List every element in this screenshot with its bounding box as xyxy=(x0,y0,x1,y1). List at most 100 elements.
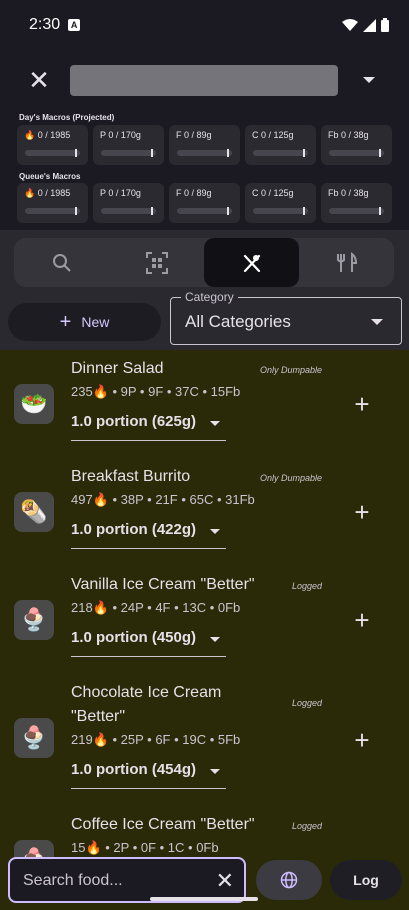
chip-text: C 0 / 125g xyxy=(252,188,294,198)
food-name: Vanilla Ice Cream "Better" xyxy=(71,576,255,593)
close-icon[interactable]: ✕ xyxy=(27,67,51,93)
day-macros-label: Day's Macros (Projected) xyxy=(19,113,115,122)
progress-bar xyxy=(25,149,80,157)
chip-text: F 0 / 89g xyxy=(176,188,212,198)
food-macros: 497🔥 • 38P • 21F • 65C • 31Fb xyxy=(71,492,255,507)
food-name: Coffee Ice Cream "Better" xyxy=(71,816,255,833)
food-tag: Logged xyxy=(291,821,322,831)
progress-bar xyxy=(25,207,80,215)
tab-meals[interactable] xyxy=(299,238,394,287)
chip-text: C 0 / 125g xyxy=(252,130,294,140)
chevron-down-icon xyxy=(210,529,220,534)
queue-macros-row: 🔥 0 / 1985 P 0 / 170g F 0 / 89g C 0 / 12… xyxy=(17,183,392,223)
fork-knife-icon xyxy=(336,251,357,272)
search-placeholder: Search food... xyxy=(23,872,123,889)
add-food-button[interactable]: + xyxy=(350,727,374,753)
portion-dropdown[interactable]: 1.0 portion (625g) xyxy=(71,413,226,441)
day-fiber-chip: Fb 0 / 38g xyxy=(321,125,392,165)
chevron-down-icon xyxy=(210,637,220,642)
ice-cream-icon: 🍨 xyxy=(14,600,54,640)
chip-text: P 0 / 170g xyxy=(100,188,141,198)
day-macros-row: 🔥 0 / 1985 P 0 / 170g F 0 / 89g C 0 / 12… xyxy=(17,125,392,165)
new-button-label: New xyxy=(81,314,110,330)
portion-label: 1.0 portion (422g) xyxy=(71,521,197,538)
progress-bar xyxy=(253,149,308,157)
food-tag: Only Dumpable xyxy=(259,473,322,483)
progress-bar xyxy=(253,207,308,215)
burrito-icon: 🌯 xyxy=(14,492,54,532)
clear-icon[interactable]: ✕ xyxy=(216,868,234,894)
bottom-bar: Search food... ✕ Log xyxy=(0,852,409,910)
chip-text: P 0 / 170g xyxy=(100,130,141,140)
queue-fat-chip: F 0 / 89g xyxy=(169,183,240,223)
log-button-label: Log xyxy=(353,872,379,888)
food-name: Breakfast Burrito xyxy=(71,468,191,485)
day-header: ✕ xyxy=(0,62,409,98)
portion-label: 1.0 portion (454g) xyxy=(71,761,197,778)
food-tag: Logged xyxy=(291,698,322,708)
day-dropdown-arrow-icon[interactable] xyxy=(363,77,375,83)
home-indicator xyxy=(150,897,258,901)
log-button[interactable]: Log xyxy=(330,860,402,900)
queue-protein-chip: P 0 / 170g xyxy=(93,183,164,223)
utensils-crossed-icon xyxy=(243,254,260,272)
queue-calories-chip: 🔥 0 / 1985 xyxy=(17,183,88,223)
salad-icon: 🥗 xyxy=(14,384,54,424)
progress-bar xyxy=(177,149,232,157)
day-selector[interactable] xyxy=(70,65,338,96)
day-calories-chip: 🔥 0 / 1985 xyxy=(17,125,88,165)
battery-icon xyxy=(381,18,389,32)
food-name: Chocolate Ice Cream "Better" xyxy=(71,684,222,725)
food-macros: 235🔥 • 9P • 9F • 37C • 15Fb xyxy=(71,384,241,399)
ice-cream-icon: 🍨 xyxy=(14,718,54,758)
progress-bar xyxy=(329,207,384,215)
food-tag: Only Dumpable xyxy=(259,365,322,375)
add-food-button[interactable]: + xyxy=(350,607,374,633)
category-value: All Categories xyxy=(185,312,291,331)
queue-macros-label: Queue's Macros xyxy=(19,172,81,181)
category-dropdown[interactable]: Category All Categories xyxy=(170,290,402,345)
queue-carbs-chip: C 0 / 125g xyxy=(245,183,316,223)
tab-area: + New Category All Categories xyxy=(0,230,409,350)
chip-text: Fb 0 / 38g xyxy=(328,130,369,140)
chip-text: 🔥 0 / 1985 xyxy=(24,130,71,140)
chevron-down-icon xyxy=(371,319,383,325)
notification-a-icon: A xyxy=(68,19,81,31)
chevron-down-icon xyxy=(210,421,220,426)
qr-scan-icon xyxy=(145,251,168,274)
food-macros: 219🔥 • 25P • 6F • 19C • 5Fb xyxy=(71,732,241,747)
portion-label: 1.0 portion (625g) xyxy=(71,413,197,430)
category-legend: Category xyxy=(181,290,238,304)
food-name: Dinner Salad xyxy=(71,360,164,377)
tab-recipes[interactable] xyxy=(204,238,299,287)
tab-search[interactable] xyxy=(14,238,109,287)
tab-scan[interactable] xyxy=(109,238,204,287)
add-food-button[interactable]: + xyxy=(350,391,374,417)
portion-dropdown[interactable]: 1.0 portion (422g) xyxy=(71,521,226,549)
chevron-down-icon xyxy=(210,769,220,774)
day-protein-chip: P 0 / 170g xyxy=(93,125,164,165)
globe-icon xyxy=(280,871,298,889)
status-time: 2:30 xyxy=(29,16,61,33)
status-bar: 2:30 A xyxy=(0,0,409,50)
progress-bar xyxy=(101,207,156,215)
queue-fiber-chip: Fb 0 / 38g xyxy=(321,183,392,223)
portion-dropdown[interactable]: 1.0 portion (450g) xyxy=(71,629,226,657)
chip-text: 🔥 0 / 1985 xyxy=(24,188,71,198)
tab-bar xyxy=(14,238,394,287)
portion-label: 1.0 portion (450g) xyxy=(71,629,197,646)
new-button[interactable]: + New xyxy=(8,303,161,341)
chip-text: Fb 0 / 38g xyxy=(328,188,369,198)
online-search-button[interactable] xyxy=(256,860,322,900)
portion-dropdown[interactable]: 1.0 portion (454g) xyxy=(71,761,226,789)
search-icon xyxy=(52,253,71,272)
chip-text: F 0 / 89g xyxy=(176,130,212,140)
wifi-icon xyxy=(342,19,358,31)
progress-bar xyxy=(329,149,384,157)
add-food-button[interactable]: + xyxy=(350,499,374,525)
plus-icon: + xyxy=(59,310,72,333)
day-carbs-chip: C 0 / 125g xyxy=(245,125,316,165)
food-list: 🥗 Dinner Salad Only Dumpable 235🔥 • 9P •… xyxy=(0,350,409,910)
progress-bar xyxy=(101,149,156,157)
food-macros: 218🔥 • 24P • 4F • 13C • 0Fb xyxy=(71,600,241,615)
